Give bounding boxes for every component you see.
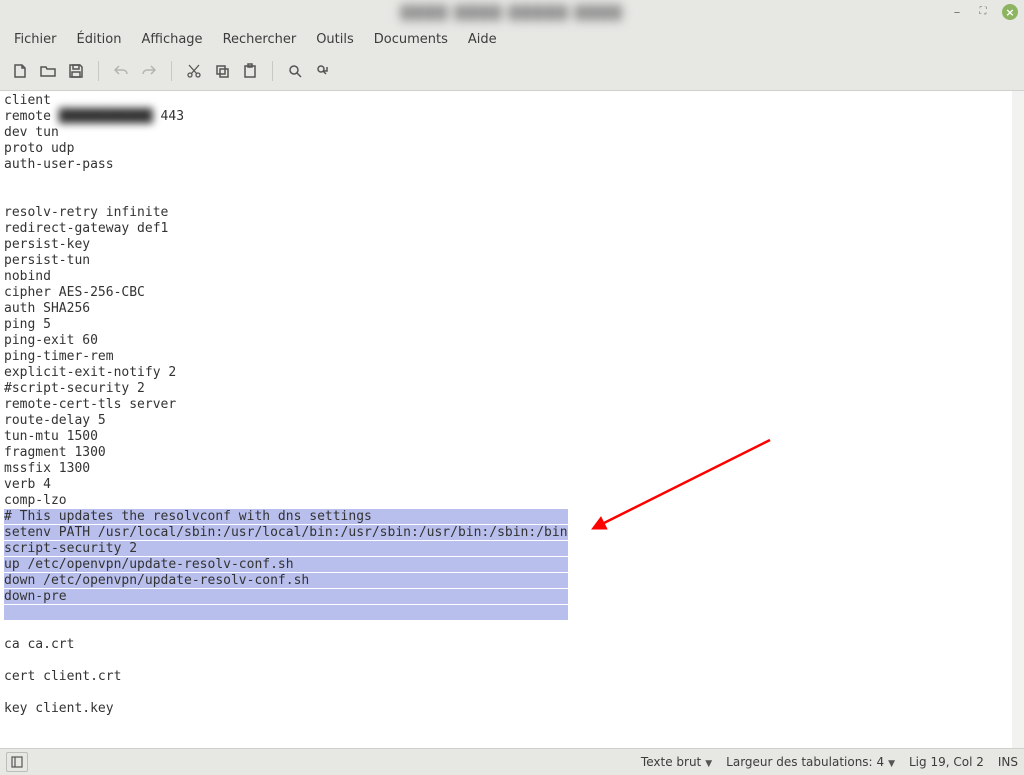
chevron-down-icon: ▼: [705, 759, 712, 769]
editor-line[interactable]: cert client.crt: [4, 669, 1024, 685]
editor-line[interactable]: remote-cert-tls server: [4, 397, 1024, 413]
status-position: Lig 19, Col 2: [909, 755, 984, 769]
minimize-button[interactable]: –: [950, 5, 964, 19]
menu-search[interactable]: Rechercher: [213, 28, 307, 51]
status-tabwidth[interactable]: Largeur des tabulations: 4 ▼: [726, 755, 895, 769]
editor-line[interactable]: # This updates the resolvconf with dns s…: [4, 509, 1024, 525]
menu-help[interactable]: Aide: [458, 28, 507, 51]
editor-line[interactable]: ping 5: [4, 317, 1024, 333]
editor-line[interactable]: [4, 685, 1024, 701]
editor-line[interactable]: down-pre: [4, 589, 1024, 605]
editor-line[interactable]: ca ca.crt: [4, 637, 1024, 653]
titlebar: ████ ████ █████ ████ – ⛶ ×: [0, 0, 1024, 26]
editor-line[interactable]: persist-tun: [4, 253, 1024, 269]
search-icon[interactable]: [281, 57, 309, 85]
editor-line[interactable]: resolv-retry infinite: [4, 205, 1024, 221]
editor-line[interactable]: explicit-exit-notify 2: [4, 365, 1024, 381]
editor-line[interactable]: [4, 173, 1024, 189]
editor-line[interactable]: client: [4, 93, 1024, 109]
redo-icon[interactable]: [135, 57, 163, 85]
editor-line[interactable]: #script-security 2: [4, 381, 1024, 397]
editor-line[interactable]: [4, 605, 1024, 621]
copy-icon[interactable]: [208, 57, 236, 85]
side-panel-toggle[interactable]: [6, 752, 28, 772]
menu-file[interactable]: Fichier: [4, 28, 67, 51]
editor-line[interactable]: [4, 653, 1024, 669]
editor-line[interactable]: redirect-gateway def1: [4, 221, 1024, 237]
editor-line[interactable]: fragment 1300: [4, 445, 1024, 461]
editor-line[interactable]: verb 4: [4, 477, 1024, 493]
editor-line[interactable]: dev tun: [4, 125, 1024, 141]
editor-line[interactable]: up /etc/openvpn/update-resolv-conf.sh: [4, 557, 1024, 573]
menubar: Fichier Édition Affichage Rechercher Out…: [0, 26, 1024, 52]
menu-documents[interactable]: Documents: [364, 28, 458, 51]
editor-area[interactable]: clientremote ████████████ 443dev tunprot…: [0, 91, 1024, 748]
editor-line[interactable]: route-delay 5: [4, 413, 1024, 429]
maximize-button[interactable]: ⛶: [976, 5, 990, 19]
undo-icon[interactable]: [107, 57, 135, 85]
editor-line[interactable]: down /etc/openvpn/update-resolv-conf.sh: [4, 573, 1024, 589]
editor-line[interactable]: mssfix 1300: [4, 461, 1024, 477]
editor-line[interactable]: [4, 717, 1024, 733]
editor-line[interactable]: comp-lzo: [4, 493, 1024, 509]
search-replace-icon[interactable]: [309, 57, 337, 85]
editor-line[interactable]: tun-mtu 1500: [4, 429, 1024, 445]
editor-line[interactable]: auth SHA256: [4, 301, 1024, 317]
editor-line[interactable]: ping-timer-rem: [4, 349, 1024, 365]
window-title: ████ ████ █████ ████: [8, 6, 1016, 21]
editor-line[interactable]: proto udp: [4, 141, 1024, 157]
status-syntax[interactable]: Texte brut ▼: [641, 755, 712, 769]
close-button[interactable]: ×: [1002, 4, 1018, 20]
open-file-icon[interactable]: [34, 57, 62, 85]
new-file-icon[interactable]: [6, 57, 34, 85]
menu-tools[interactable]: Outils: [306, 28, 364, 51]
chevron-down-icon: ▼: [888, 759, 895, 769]
status-syntax-label: Texte brut: [641, 755, 701, 769]
save-icon[interactable]: [62, 57, 90, 85]
editor-line[interactable]: [4, 189, 1024, 205]
menu-view[interactable]: Affichage: [131, 28, 212, 51]
cut-icon[interactable]: [180, 57, 208, 85]
editor-line[interactable]: key client.key: [4, 701, 1024, 717]
statusbar: Texte brut▼ Largeur des tabulations: 4▼ …: [0, 748, 1024, 775]
editor-line[interactable]: nobind: [4, 269, 1024, 285]
status-tabwidth-label: Largeur des tabulations:: [726, 755, 872, 769]
editor-line[interactable]: auth-user-pass: [4, 157, 1024, 173]
toolbar: [0, 52, 1024, 91]
editor-line[interactable]: [4, 621, 1024, 637]
editor-line[interactable]: remote ████████████ 443: [4, 109, 1024, 125]
editor-line[interactable]: script-security 2: [4, 541, 1024, 557]
status-tabwidth-value: 4: [876, 755, 884, 769]
status-insert-mode[interactable]: INS: [998, 755, 1018, 769]
menu-edit[interactable]: Édition: [67, 28, 132, 51]
editor-line[interactable]: persist-key: [4, 237, 1024, 253]
paste-icon[interactable]: [236, 57, 264, 85]
editor-line[interactable]: setenv PATH /usr/local/sbin:/usr/local/b…: [4, 525, 1024, 541]
editor-line[interactable]: ping-exit 60: [4, 333, 1024, 349]
editor-line[interactable]: cipher AES-256-CBC: [4, 285, 1024, 301]
